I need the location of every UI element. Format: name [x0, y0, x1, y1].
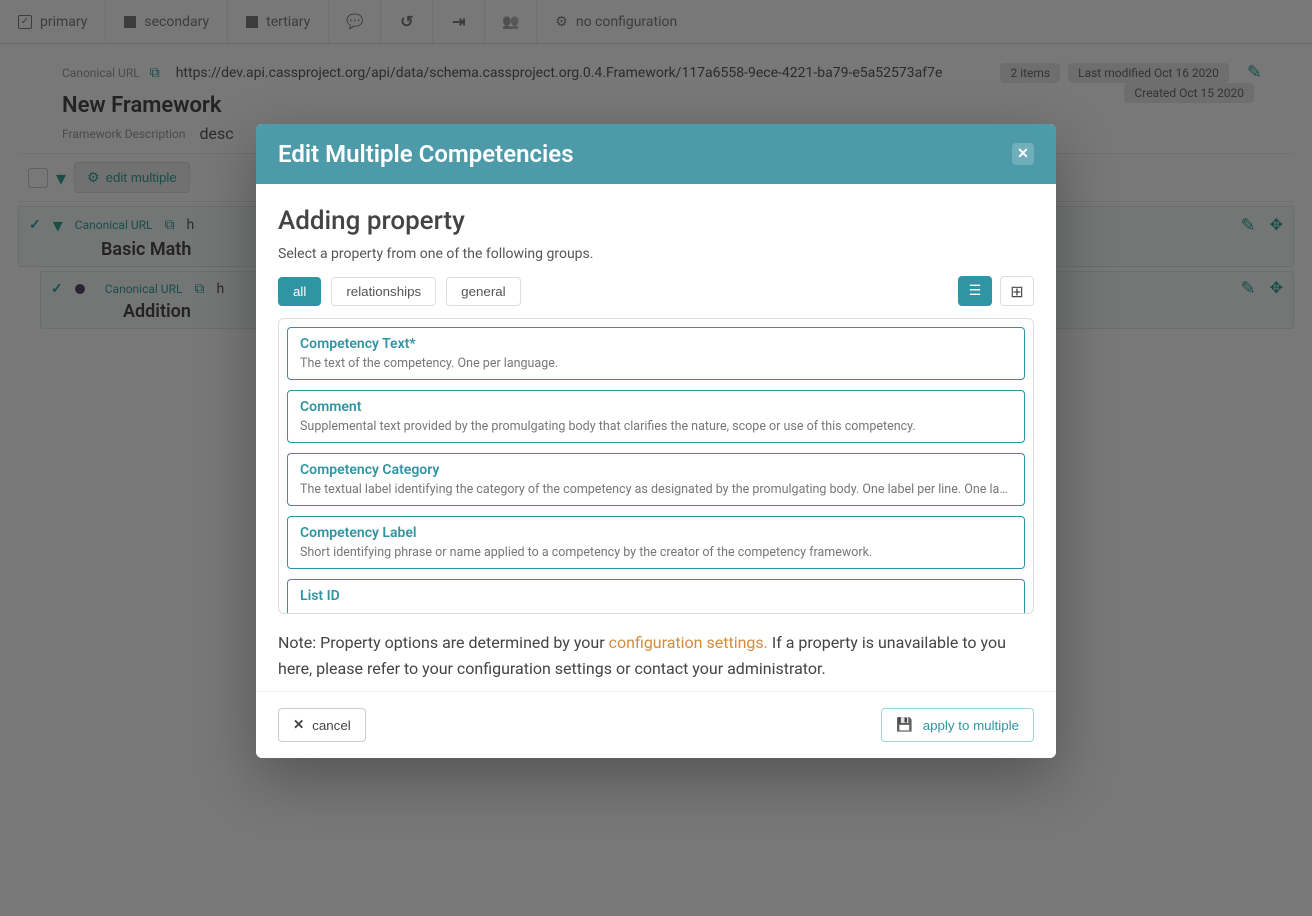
list-icon	[969, 283, 982, 299]
note-text: Note: Property options are determined by…	[278, 630, 1034, 681]
property-title: Competency Category	[300, 462, 1012, 478]
grid-view-button[interactable]	[1000, 276, 1034, 306]
property-card[interactable]: Competency Text* The text of the compete…	[287, 327, 1025, 380]
view-toggles	[958, 276, 1034, 306]
modal-title: Edit Multiple Competencies	[278, 140, 574, 168]
configuration-settings-link[interactable]: configuration settings.	[609, 633, 768, 652]
property-desc: The textual label identifying the catego…	[300, 482, 1012, 497]
cancel-label: cancel	[312, 718, 351, 733]
property-list[interactable]: Competency Text* The text of the compete…	[278, 318, 1034, 614]
cancel-button[interactable]: cancel	[278, 708, 366, 742]
apply-to-multiple-button[interactable]: apply to multiple	[881, 708, 1034, 742]
property-title: List ID	[300, 588, 1012, 604]
list-view-button[interactable]	[958, 276, 992, 306]
property-card[interactable]: Competency Label Short identifying phras…	[287, 516, 1025, 569]
property-card[interactable]: List ID	[287, 579, 1025, 614]
modal-body: Adding property Select a property from o…	[256, 184, 1056, 691]
grid-icon	[1010, 282, 1023, 301]
modal-overlay: Edit Multiple Competencies ✕ Adding prop…	[0, 0, 1312, 916]
property-title: Competency Label	[300, 525, 1012, 541]
property-card[interactable]: Competency Category The textual label id…	[287, 453, 1025, 506]
property-title: Competency Text*	[300, 336, 1012, 352]
tabs-row: all relationships general	[278, 276, 1034, 306]
property-desc: Short identifying phrase or name applied…	[300, 545, 1012, 560]
property-desc: Supplemental text provided by the promul…	[300, 419, 1012, 434]
property-title: Comment	[300, 399, 1012, 415]
edit-multiple-modal: Edit Multiple Competencies ✕ Adding prop…	[256, 124, 1056, 758]
save-icon	[896, 717, 915, 733]
tab-relationships[interactable]: relationships	[331, 277, 436, 306]
section-title: Adding property	[278, 206, 1034, 236]
modal-header: Edit Multiple Competencies ✕	[256, 124, 1056, 184]
modal-footer: cancel apply to multiple	[256, 691, 1056, 758]
property-card[interactable]: Comment Supplemental text provided by th…	[287, 390, 1025, 443]
tab-all[interactable]: all	[278, 277, 321, 306]
apply-label: apply to multiple	[923, 718, 1019, 733]
close-icon	[293, 717, 304, 733]
close-button[interactable]: ✕	[1012, 143, 1034, 165]
section-subtitle: Select a property from one of the follow…	[278, 246, 1034, 262]
tab-general[interactable]: general	[446, 277, 520, 306]
note-prefix: Note: Property options are determined by…	[278, 633, 609, 652]
property-desc: The text of the competency. One per lang…	[300, 356, 1012, 371]
